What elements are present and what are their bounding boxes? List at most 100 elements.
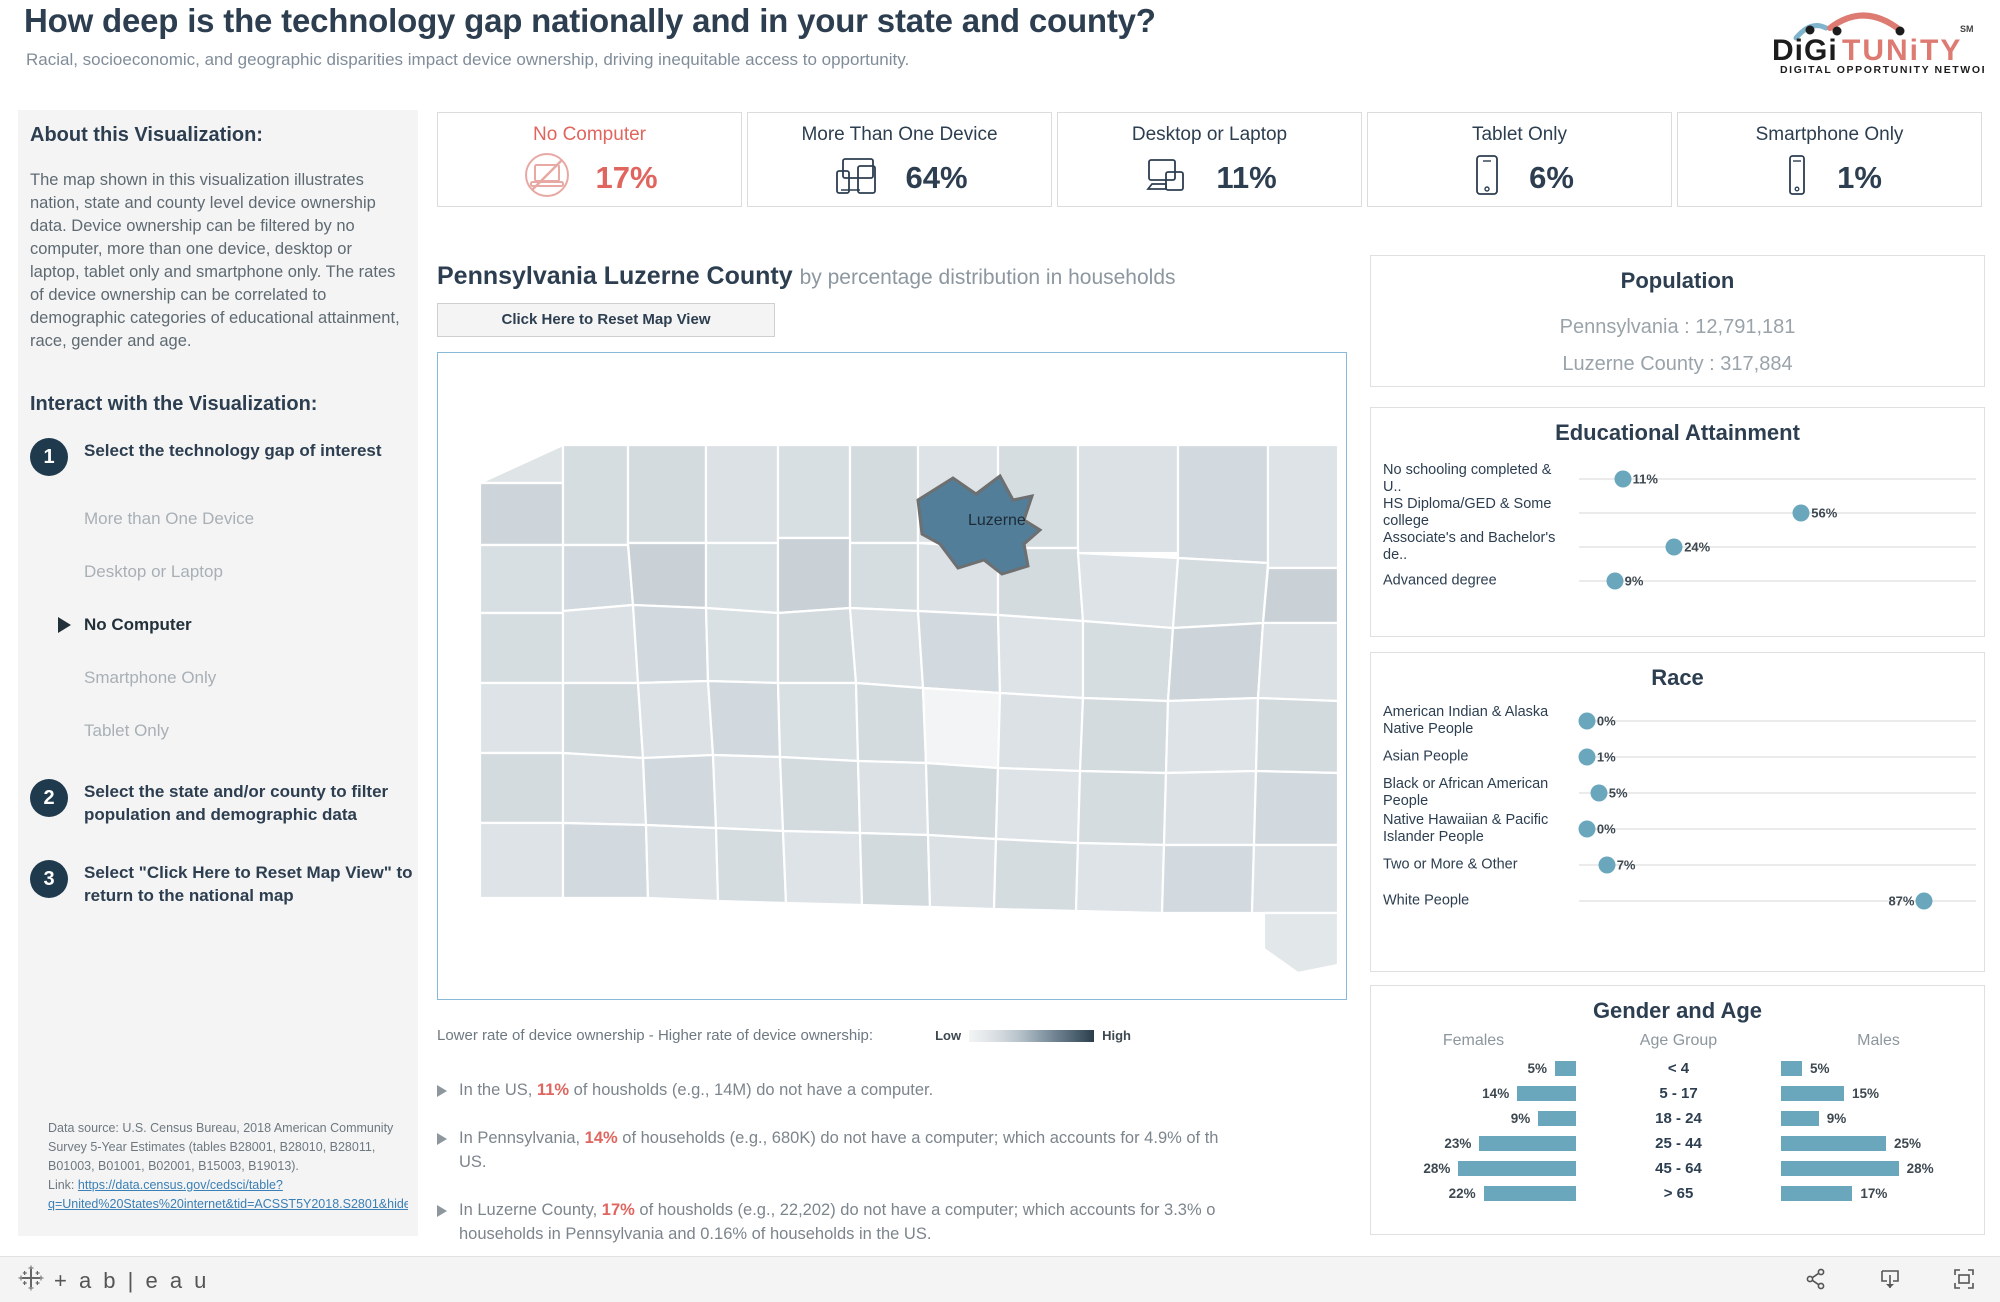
dot-row-track: 56% xyxy=(1579,504,1976,522)
bullet-triangle-icon xyxy=(437,1133,447,1145)
females-bar[interactable] xyxy=(1479,1136,1576,1151)
dot-marker[interactable] xyxy=(1590,784,1608,802)
females-cell: 22% xyxy=(1371,1186,1576,1201)
dashboard-page: How deep is the technology gap nationall… xyxy=(0,0,2000,1302)
kpi-value: 17% xyxy=(595,159,658,195)
step-3: 3 Select "Click Here to Reset Map View" … xyxy=(30,860,418,907)
dot-marker[interactable] xyxy=(1614,470,1632,488)
population-state-row: Pennsylvania : 12,791,181 xyxy=(1371,316,1984,339)
step-2-text: Select the state and/or county to filter… xyxy=(84,782,389,824)
dot-row-value: 5% xyxy=(1608,785,1628,801)
dot-marker[interactable] xyxy=(1915,892,1933,910)
summary-statements: In the US, 11% of housholds (e.g., 14M) … xyxy=(437,1078,1337,1270)
dot-row-value: 0% xyxy=(1596,821,1616,837)
males-bar[interactable] xyxy=(1781,1111,1819,1126)
map-svg[interactable]: Luzerne xyxy=(438,353,1346,999)
age-group-label: 25 - 44 xyxy=(1655,1135,1702,1152)
age-group-label: < 4 xyxy=(1667,1060,1690,1077)
reset-map-view-button[interactable]: Click Here to Reset Map View xyxy=(437,303,775,337)
source-link[interactable]: https://data.census.gov/cedsci/table? xyxy=(78,1178,283,1192)
statement-post: of housholds (e.g., 22,202) do not have … xyxy=(634,1201,1216,1219)
download-icon[interactable] xyxy=(1878,1267,1902,1296)
filter-tablet-only[interactable]: Tablet Only xyxy=(18,704,418,757)
dot-marker[interactable] xyxy=(1578,748,1596,766)
share-icon[interactable] xyxy=(1804,1267,1828,1296)
map-legend: Lower rate of device ownership - Higher … xyxy=(437,1027,1347,1044)
females-bar[interactable] xyxy=(1517,1086,1576,1101)
females-bar[interactable] xyxy=(1538,1111,1576,1126)
svg-text:TUNiTY: TUNiTY xyxy=(1842,34,1962,67)
dot-row-track: 24% xyxy=(1579,538,1976,556)
step-1-number: 1 xyxy=(30,438,68,476)
desktop-laptop-icon xyxy=(1142,152,1194,203)
source-link-continued[interactable]: q=United%20States%20internet&tid=ACSST5Y… xyxy=(48,1197,408,1211)
kpi-value: 1% xyxy=(1837,159,1882,195)
gender-age-row: 5% < 4 5% xyxy=(1371,1056,1984,1081)
dot-row-label: Native Hawaiian & Pacific Islander Peopl… xyxy=(1383,812,1549,845)
dot-row-value: 24% xyxy=(1684,539,1711,555)
males-bar[interactable] xyxy=(1781,1161,1899,1176)
dot-row-track: 0% xyxy=(1578,820,1976,838)
kpi-card-smartphone-only[interactable]: Smartphone Only 1% xyxy=(1677,112,1982,207)
females-value: 9% xyxy=(1510,1111,1531,1126)
dot-row-label: White People xyxy=(1383,892,1470,909)
kpi-card-desktop-or-laptop[interactable]: Desktop or Laptop 11% xyxy=(1057,112,1362,207)
dot-marker[interactable] xyxy=(1578,820,1596,838)
dot-marker[interactable] xyxy=(1578,712,1596,730)
gender-age-row: 28% 45 - 64 28% xyxy=(1371,1156,1984,1181)
kpi-card-no-computer[interactable]: No Computer 17% xyxy=(437,112,742,207)
statement-highlight: 17% xyxy=(601,1201,635,1219)
females-bar[interactable] xyxy=(1555,1061,1576,1076)
females-value: 14% xyxy=(1482,1086,1510,1101)
females-bar[interactable] xyxy=(1483,1186,1576,1201)
technology-gap-filter-list: More than One Device Desktop or Laptop N… xyxy=(18,492,418,757)
filter-desktop-or-laptop[interactable]: Desktop or Laptop xyxy=(18,545,418,598)
dot-row-label: Advanced degree xyxy=(1383,572,1497,589)
filter-more-than-one-device[interactable]: More than One Device xyxy=(18,492,418,545)
filter-label: Desktop or Laptop xyxy=(84,562,223,581)
statement-state: In Pennsylvania, 14% of households (e.g.… xyxy=(437,1126,1337,1174)
males-bar[interactable] xyxy=(1781,1136,1886,1151)
selected-county-label: Luzerne xyxy=(968,512,1026,529)
filter-no-computer[interactable]: No Computer xyxy=(18,598,418,651)
tablet-icon xyxy=(1465,152,1507,203)
females-cell: 14% xyxy=(1371,1086,1576,1101)
page-subtitle: Racial, socioeconomic, and geographic di… xyxy=(26,50,910,69)
dot-row-track: 1% xyxy=(1578,748,1976,766)
males-bar[interactable] xyxy=(1781,1061,1802,1076)
males-bar[interactable] xyxy=(1781,1186,1853,1201)
kpi-card-tablet-only[interactable]: Tablet Only 6% xyxy=(1367,112,1672,207)
kpi-value: 64% xyxy=(905,159,968,195)
statement-pre: In Pennsylvania, xyxy=(459,1129,585,1147)
population-county-value: 317,884 xyxy=(1720,353,1793,375)
gender-age-headers: Females Age Group Males xyxy=(1371,1032,1984,1050)
kpi-card-more-than-one-device[interactable]: More Than One Device 64% xyxy=(747,112,1052,207)
county-map[interactable]: Luzerne xyxy=(437,352,1347,1000)
legend-low-label: Low xyxy=(935,1028,962,1043)
education-title: Educational Attainment xyxy=(1555,420,1800,445)
gender-age-row: 22% > 65 17% xyxy=(1371,1181,1984,1206)
dot-marker[interactable] xyxy=(1792,504,1810,522)
dot-marker[interactable] xyxy=(1606,572,1624,590)
kpi-label: Tablet Only xyxy=(1471,124,1568,145)
dot-marker[interactable] xyxy=(1665,538,1683,556)
tableau-logo-icon xyxy=(18,1265,44,1296)
males-bar[interactable] xyxy=(1781,1086,1844,1101)
tableau-wordmark: + a b | e a u xyxy=(54,1267,210,1293)
females-value: 23% xyxy=(1444,1136,1472,1151)
race-dot-chart: American Indian & Alaska Native People 0%… xyxy=(1371,703,1984,919)
legend-gradient-bar xyxy=(969,1029,1095,1042)
fullscreen-icon[interactable] xyxy=(1952,1267,1976,1296)
dot-row: Native Hawaiian & Pacific Islander Peopl… xyxy=(1371,811,1984,847)
dot-row-value: 87% xyxy=(1888,893,1915,909)
filter-smartphone-only[interactable]: Smartphone Only xyxy=(18,651,418,704)
statement-post: of households (e.g., 680K) do not have a… xyxy=(617,1129,1219,1147)
population-county-label: Luzerne County : xyxy=(1562,353,1721,375)
males-cell: 28% xyxy=(1781,1161,1976,1176)
dot-row-label: HS Diploma/GED & Some college xyxy=(1383,496,1552,529)
step-3-text: Select "Click Here to Reset Map View" to… xyxy=(84,863,413,905)
tableau-brand[interactable]: + a b | e a u xyxy=(18,1265,209,1296)
dot-row-value: 9% xyxy=(1624,573,1644,589)
dot-marker[interactable] xyxy=(1598,856,1616,874)
females-bar[interactable] xyxy=(1458,1161,1576,1176)
